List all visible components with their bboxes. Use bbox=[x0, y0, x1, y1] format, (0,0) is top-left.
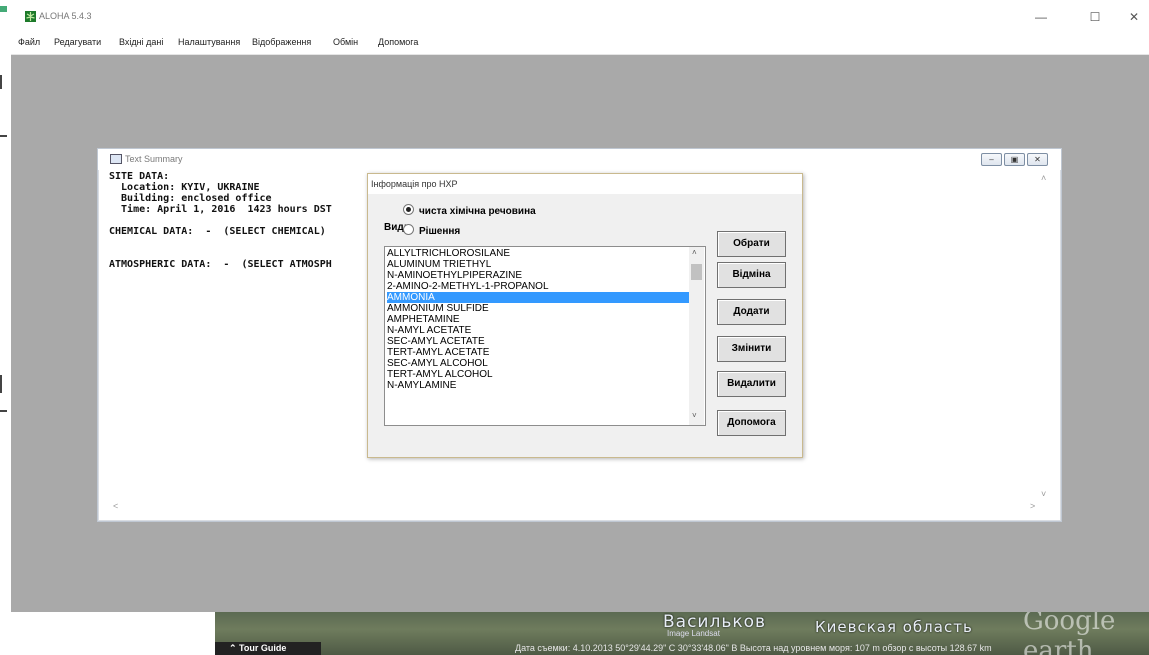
window-icon bbox=[110, 154, 122, 164]
summary-line: Location: KYIV, UKRAINE bbox=[109, 182, 260, 193]
window-title: ALOHA 5.4.3 bbox=[39, 11, 92, 21]
chevron-up-icon: ⌃ bbox=[229, 643, 240, 653]
radio-checked-icon[interactable] bbox=[403, 204, 414, 215]
list-item[interactable]: N-AMINOETHYLPIPERAZINE bbox=[387, 270, 689, 281]
add-button[interactable]: Додати bbox=[717, 299, 786, 325]
map-imagery-label: Image Landsat bbox=[667, 629, 720, 638]
menu-input-data[interactable]: Вхідні дані bbox=[119, 37, 163, 47]
menu-file[interactable]: Файл bbox=[18, 37, 40, 47]
delete-button[interactable]: Видалити bbox=[717, 371, 786, 397]
chemical-listbox[interactable]: ALLYLTRICHLOROSILANE ALUMINUM TRIETHYL N… bbox=[384, 246, 706, 426]
menu-bar: Файл Редагувати Вхідні дані Налаштування… bbox=[11, 30, 1149, 55]
map-region-label: Киевская область bbox=[815, 618, 973, 636]
radio-solution[interactable]: Рішення bbox=[403, 224, 460, 237]
google-earth-logo: Google earth bbox=[1023, 612, 1116, 655]
menu-display[interactable]: Відображення bbox=[252, 37, 311, 47]
summary-line: CHEMICAL DATA: - (SELECT CHEMICAL) bbox=[109, 226, 326, 237]
text-summary-title-bar: Text Summary – ▣ ✕ bbox=[98, 149, 1061, 170]
list-scroll-down-icon[interactable]: ˅ bbox=[692, 411, 697, 420]
menu-help[interactable]: Допомога bbox=[378, 37, 418, 47]
map-status-line: Дата съемки: 4.10.2013 50°29'44.29" С 30… bbox=[515, 643, 992, 653]
list-item[interactable]: SEC-AMYL ALCOHOL bbox=[387, 358, 689, 369]
summary-line: SITE DATA: bbox=[109, 171, 170, 182]
scroll-up-arrow-icon[interactable]: ˄ bbox=[1041, 173, 1046, 183]
list-item[interactable]: TERT-AMYL ALCOHOL bbox=[387, 369, 689, 380]
radio-unchecked-icon[interactable] bbox=[403, 224, 414, 235]
select-button[interactable]: Обрати bbox=[717, 231, 786, 257]
text-summary-title: Text Summary bbox=[125, 154, 183, 164]
maximize-button[interactable]: ☐ bbox=[1085, 10, 1105, 24]
summary-line: Time: April 1, 2016 1423 hours DST bbox=[109, 204, 332, 215]
minimize-button[interactable]: — bbox=[1031, 10, 1051, 24]
tour-guide-button[interactable]: ⌃ Tour Guide bbox=[215, 642, 321, 655]
summary-line: ATMOSPHERIC DATA: - (SELECT ATMOSPH bbox=[109, 259, 332, 270]
scroll-down-arrow-icon[interactable]: ˅ bbox=[1041, 489, 1046, 499]
title-bar: ALOHA 5.4.3 — ☐ ✕ bbox=[11, 0, 1149, 30]
radio-solution-label: Рішення bbox=[419, 226, 461, 237]
summary-line: Building: enclosed office bbox=[109, 193, 272, 204]
close-button[interactable]: ✕ bbox=[1124, 10, 1144, 24]
menu-settings[interactable]: Налаштування bbox=[178, 37, 240, 47]
radio-pure-chemical-label: чиста хімічна речовина bbox=[419, 206, 536, 217]
vertical-scrollbar[interactable]: ˄ ˅ bbox=[1039, 171, 1052, 505]
radio-pure-chemical[interactable]: чиста хімічна речовина bbox=[403, 204, 536, 217]
dialog-title: Інформація про НХР bbox=[371, 179, 458, 189]
dialog-title-bar: Інформація про НХР bbox=[368, 174, 802, 194]
mdi-close-button[interactable]: ✕ bbox=[1027, 153, 1048, 166]
menu-edit[interactable]: Редагувати bbox=[54, 37, 101, 47]
horizontal-scrollbar[interactable]: < > bbox=[109, 501, 1051, 514]
list-item[interactable]: N-AMYLAMINE bbox=[387, 380, 689, 391]
list-item[interactable]: ALUMINUM TRIETHYL bbox=[387, 259, 689, 270]
list-item[interactable]: N-AMYL ACETATE bbox=[387, 325, 689, 336]
list-item-selected[interactable]: AMMONIA bbox=[387, 292, 689, 303]
list-item[interactable]: SEC-AMYL ACETATE bbox=[387, 336, 689, 347]
scroll-left-arrow-icon[interactable]: < bbox=[113, 501, 118, 511]
list-scroll-up-icon[interactable]: ˄ bbox=[692, 248, 697, 257]
list-item[interactable]: AMPHETAMINE bbox=[387, 314, 689, 325]
chemical-info-dialog: Інформація про НХР Вид: чиста хімічна ре… bbox=[367, 173, 803, 458]
google-earth-background: ⌃ Tour Guide Васильков Image Landsat Кие… bbox=[215, 612, 1149, 655]
listbox-scrollbar[interactable]: ˄ ˅ bbox=[689, 247, 704, 425]
scroll-right-arrow-icon[interactable]: > bbox=[1030, 501, 1035, 511]
mdi-restore-button[interactable]: ▣ bbox=[1004, 153, 1025, 166]
aloha-app-icon bbox=[25, 11, 36, 22]
help-button[interactable]: Допомога bbox=[717, 410, 786, 436]
list-item[interactable]: TERT-AMYL ACETATE bbox=[387, 347, 689, 358]
tour-guide-label: Tour Guide bbox=[239, 643, 287, 653]
menu-exchange[interactable]: Обмін bbox=[333, 37, 358, 47]
background-app-edge bbox=[0, 0, 9, 430]
cancel-button[interactable]: Відміна bbox=[717, 262, 786, 288]
modify-button[interactable]: Змінити bbox=[717, 336, 786, 362]
list-item[interactable]: ALLYLTRICHLOROSILANE bbox=[387, 248, 689, 259]
list-item[interactable]: 2-AMINO-2-METHYL-1-PROPANOL bbox=[387, 281, 689, 292]
mdi-minimize-button[interactable]: – bbox=[981, 153, 1002, 166]
list-item[interactable]: AMMONIUM SULFIDE bbox=[387, 303, 689, 314]
list-scroll-thumb[interactable] bbox=[691, 264, 702, 280]
